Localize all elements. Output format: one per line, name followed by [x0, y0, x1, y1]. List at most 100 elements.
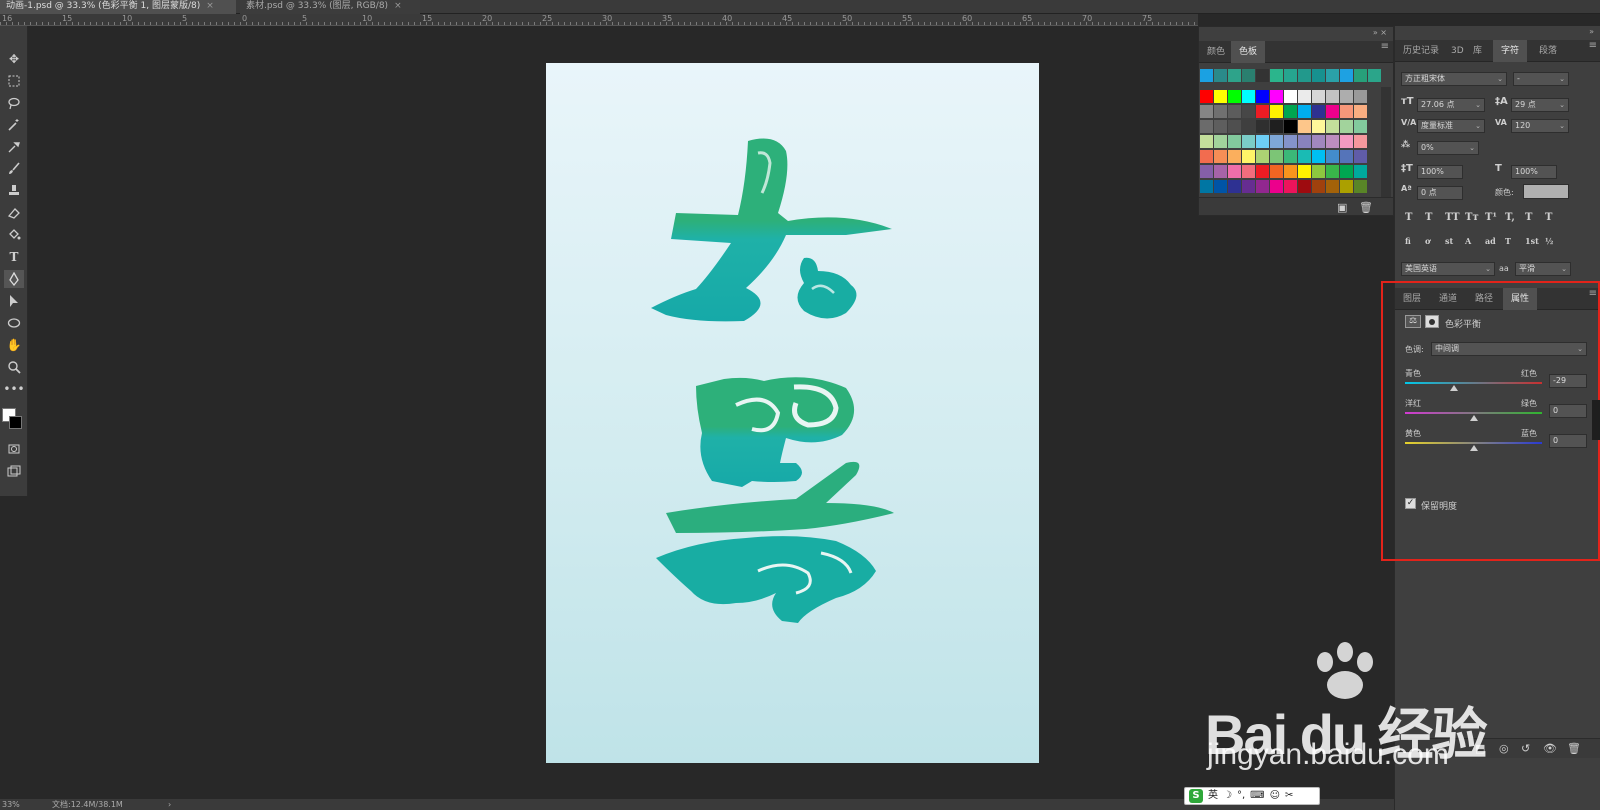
reset-icon[interactable]: ↺	[1521, 742, 1530, 755]
punctuation-icon[interactable]: °,	[1237, 788, 1245, 804]
slider-thumb[interactable]	[1469, 445, 1478, 451]
view-previous-icon[interactable]: ◎	[1499, 742, 1509, 755]
close-icon[interactable]: ×	[394, 1, 402, 11]
opentype-button[interactable]: ad	[1485, 236, 1496, 246]
color-swatch[interactable]	[1326, 135, 1339, 148]
color-swatch[interactable]	[1256, 105, 1269, 118]
color-swatch[interactable]	[1354, 105, 1367, 118]
color-swatch[interactable]	[1228, 135, 1241, 148]
leading-field[interactable]: 29 点 ⌄	[1511, 98, 1569, 112]
color-swatch[interactable]	[1284, 180, 1297, 193]
color-swatch[interactable]	[1200, 90, 1213, 103]
color-swatch[interactable]	[1200, 165, 1213, 178]
slider-thumb[interactable]	[1469, 415, 1478, 421]
color-swatch[interactable]	[1242, 180, 1255, 193]
color-swatch[interactable]	[1242, 69, 1255, 82]
color-swatch[interactable]	[1200, 69, 1213, 82]
zoom-level[interactable]: 33%	[2, 799, 20, 810]
preserve-luminosity-checkbox[interactable]: ✓	[1405, 498, 1416, 509]
color-swatch[interactable]	[1256, 120, 1269, 133]
color-swatch[interactable]	[1326, 105, 1339, 118]
color-swatch[interactable]	[1228, 120, 1241, 133]
new-swatch-icon[interactable]: ▣	[1337, 201, 1347, 214]
slider-track[interactable]	[1405, 382, 1542, 384]
slider-track[interactable]	[1405, 442, 1542, 444]
color-swatch[interactable]	[1284, 165, 1297, 178]
brush-tool-icon[interactable]	[4, 160, 24, 178]
quick-mask-icon[interactable]	[4, 440, 24, 458]
color-swatch[interactable]	[1340, 90, 1353, 103]
color-swatch[interactable]	[1270, 135, 1283, 148]
tab-color[interactable]: 颜色	[1199, 41, 1233, 63]
pen-tool-icon[interactable]	[4, 270, 24, 288]
color-swatch[interactable]	[1340, 69, 1353, 82]
tab-library[interactable]: 库	[1465, 40, 1490, 62]
color-swatch[interactable]	[1214, 105, 1227, 118]
color-swatch[interactable]	[1256, 165, 1269, 178]
zoom-tool-icon[interactable]	[4, 358, 24, 376]
color-swatch[interactable]	[1298, 165, 1311, 178]
clip-to-layer-icon[interactable]: ⬒	[1475, 742, 1485, 755]
tracking-field[interactable]: 120 ⌄	[1511, 119, 1569, 133]
color-swatch[interactable]	[1270, 165, 1283, 178]
hand-tool-icon[interactable]: ✋	[4, 336, 24, 354]
text-color-swatch[interactable]	[1523, 184, 1569, 199]
color-swatch[interactable]	[1242, 105, 1255, 118]
color-swatch[interactable]	[1340, 105, 1353, 118]
color-swatch[interactable]	[1354, 90, 1367, 103]
ime-language[interactable]: 英	[1208, 788, 1218, 804]
font-family-select[interactable]: 方正粗宋体 ⌄	[1401, 72, 1507, 86]
color-swatch[interactable]	[1228, 180, 1241, 193]
magic-wand-tool-icon[interactable]	[4, 116, 24, 134]
tab-document-2[interactable]: 素材.psd @ 33.3% (图层, RGB/8) ×	[240, 0, 420, 14]
color-swatch[interactable]	[1270, 105, 1283, 118]
font-size-field[interactable]: 27.06 点 ⌄	[1417, 98, 1485, 112]
kerning-field[interactable]: 度量标准 ⌄	[1417, 119, 1485, 133]
tab-history[interactable]: 历史记录	[1395, 40, 1447, 62]
color-swatch[interactable]	[1200, 120, 1213, 133]
color-swatch[interactable]	[1284, 105, 1297, 118]
type-style-button[interactable]: T,	[1505, 212, 1515, 223]
color-swatch[interactable]	[1214, 120, 1227, 133]
trash-icon[interactable]: 🗑	[1567, 742, 1581, 755]
ime-toolbar[interactable]: S 英 ☽ °, ⌨ ☺ ✂	[1184, 787, 1320, 805]
swatches-scrollbar[interactable]	[1381, 87, 1391, 205]
color-swatch[interactable]	[1284, 120, 1297, 133]
color-swatch[interactable]	[1298, 150, 1311, 163]
font-style-select[interactable]: - ⌄	[1513, 72, 1569, 86]
color-swatch[interactable]	[1312, 150, 1325, 163]
color-swatch[interactable]	[1270, 90, 1283, 103]
color-swatch[interactable]	[1256, 69, 1269, 82]
tab-paragraph[interactable]: 段落	[1531, 40, 1565, 62]
color-swatch[interactable]	[1298, 90, 1311, 103]
color-swatch[interactable]	[1256, 90, 1269, 103]
opentype-button[interactable]: st	[1445, 236, 1453, 246]
type-style-button[interactable]: T	[1545, 212, 1552, 223]
baseline-shift-field[interactable]: 0 点	[1417, 186, 1463, 200]
type-style-button[interactable]: T	[1525, 212, 1532, 223]
color-swatch[interactable]	[1354, 165, 1367, 178]
stamp-tool-icon[interactable]	[4, 182, 24, 200]
color-swatch[interactable]	[1200, 135, 1213, 148]
color-swatch[interactable]	[1242, 150, 1255, 163]
status-menu-arrow[interactable]: ›	[168, 799, 171, 810]
path-selection-tool-icon[interactable]	[4, 292, 24, 310]
moon-icon[interactable]: ☽	[1223, 788, 1232, 804]
color-swatch[interactable]	[1312, 120, 1325, 133]
color-swatch[interactable]	[1298, 69, 1311, 82]
panel-menu-icon[interactable]: ≡	[1589, 288, 1597, 299]
tab-swatches[interactable]: 色板	[1231, 41, 1266, 63]
eyedropper-tool-icon[interactable]	[4, 138, 24, 156]
color-swatch[interactable]	[1326, 180, 1339, 193]
panel-collapse-handle[interactable]	[1592, 400, 1600, 440]
tone-select[interactable]: 中间调 ⌄	[1431, 342, 1587, 356]
slider-thumb[interactable]	[1449, 385, 1458, 391]
color-swatch[interactable]	[1326, 120, 1339, 133]
ellipse-tool-icon[interactable]	[4, 314, 24, 332]
color-swatch[interactable]	[1228, 90, 1241, 103]
type-tool-icon[interactable]: T	[4, 248, 24, 266]
opentype-button[interactable]: fi	[1405, 236, 1411, 246]
type-style-button[interactable]: T	[1425, 212, 1432, 223]
document-canvas[interactable]	[546, 63, 1039, 763]
color-swatch[interactable]	[1298, 120, 1311, 133]
